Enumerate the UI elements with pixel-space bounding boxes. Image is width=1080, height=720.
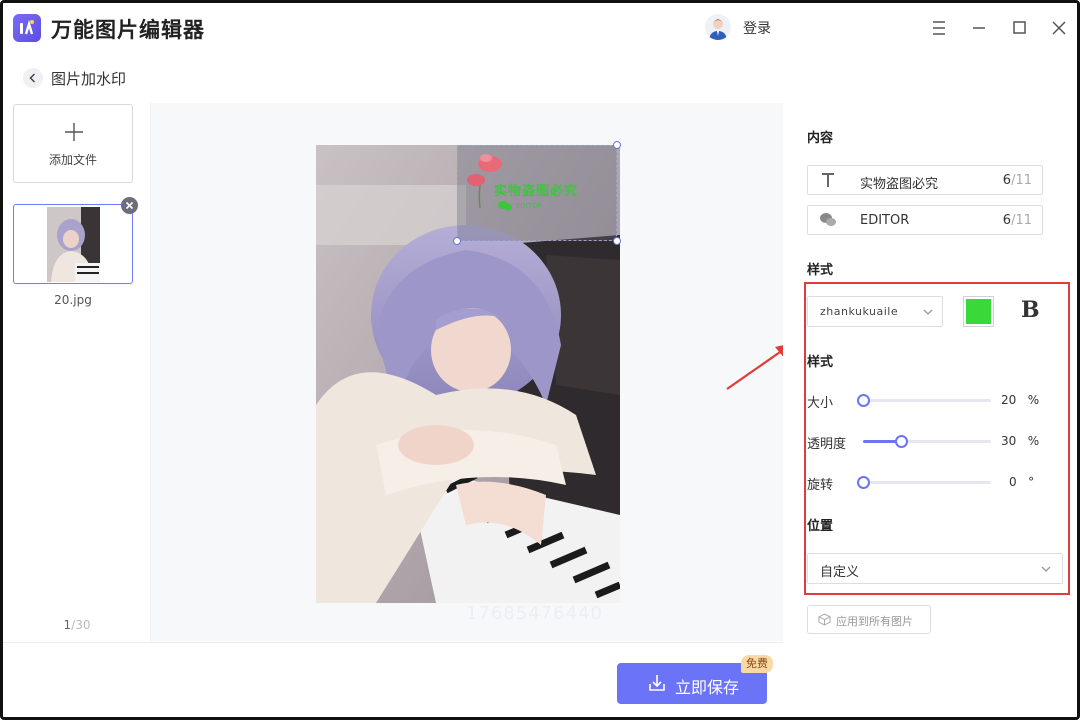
login-link[interactable]: 登录 [743, 18, 771, 38]
char-count-max: /11 [1011, 213, 1032, 228]
close-icon[interactable] [1047, 16, 1071, 40]
opacity-unit: % [1027, 434, 1040, 448]
plus-icon [65, 123, 83, 141]
slider-knob[interactable] [857, 394, 870, 407]
file-name: 20.jpg [54, 293, 92, 307]
menu-icon[interactable] [927, 16, 951, 40]
app-logo-icon [13, 14, 41, 42]
save-label: 立即保存 [675, 678, 740, 697]
position-label: 位置 [807, 519, 834, 534]
style-label: 样式 [807, 263, 834, 278]
minimize-icon[interactable] [967, 16, 991, 40]
close-icon [125, 201, 134, 210]
thumbnail-image [47, 207, 100, 282]
wechat-icon [820, 213, 836, 226]
chevron-left-icon [29, 73, 36, 83]
font-select[interactable]: zhankukuaile [807, 296, 943, 327]
rotation-slider[interactable] [857, 476, 991, 489]
size-label: 大小 [807, 396, 834, 411]
content-label: 内容 [807, 131, 834, 146]
char-count: 6/11 [1003, 213, 1032, 228]
position-select[interactable]: 自定义 [807, 553, 1063, 584]
size-number: 20 [1001, 393, 1017, 407]
breadcrumb: 图片加水印 [3, 53, 1077, 103]
page-total: /30 [71, 618, 91, 632]
title-bar: 万能图片编辑器 登录 [3, 3, 1077, 53]
color-swatch-fill [966, 299, 991, 324]
watermark-text-field-1[interactable]: 实物盗图必究 6/11 [807, 165, 1043, 195]
file-thumbnail[interactable] [13, 204, 133, 284]
font-value: zhankukuaile [820, 305, 899, 318]
back-button[interactable] [23, 68, 43, 88]
bold-button[interactable]: B [1021, 297, 1040, 323]
char-count-current: 6 [1002, 173, 1012, 188]
watermark-text-1: 实物盗图必究 [494, 184, 579, 199]
chevron-down-icon [923, 309, 933, 315]
opacity-value: 30 % [1001, 434, 1039, 448]
size-value: 20 % [1001, 393, 1039, 407]
watermark-text-2: EDITOR [516, 202, 543, 210]
color-swatch[interactable] [963, 296, 994, 327]
char-count-current: 6 [1002, 213, 1012, 228]
size-unit: % [1027, 393, 1040, 407]
opacity-number: 30 [1001, 434, 1017, 448]
remove-file-button[interactable] [121, 197, 138, 214]
size-slider[interactable] [857, 394, 991, 407]
page-count: 1/30 [3, 618, 151, 632]
style-label-2: 样式 [807, 355, 834, 370]
avatar-icon[interactable] [705, 14, 731, 40]
rotation-label: 旋转 [807, 478, 834, 493]
app-title: 万能图片编辑器 [51, 18, 205, 42]
maximize-icon[interactable] [1007, 16, 1031, 40]
resize-handle[interactable] [453, 237, 461, 245]
watermark-text-value: EDITOR [860, 213, 910, 228]
file-list: 添加文件 20.jpg 1/30 [3, 103, 151, 641]
slider-knob[interactable] [857, 476, 870, 489]
resize-handle[interactable] [613, 141, 621, 149]
apply-all-label: 应用到所有图片 [836, 615, 913, 628]
bottom-bar: 立即保存 免费 [3, 642, 783, 717]
opacity-label: 透明度 [807, 437, 847, 452]
page-title: 图片加水印 [51, 70, 127, 88]
ghost-text: 17685476440 [466, 603, 603, 624]
opacity-slider[interactable] [863, 435, 991, 448]
settings-panel: 内容 实物盗图必究 6/11 EDITOR 6/11 样式 zhankukuai… [783, 103, 1077, 717]
wechat-icon [498, 201, 512, 211]
rotation-unit: ° [1028, 475, 1035, 489]
position-value: 自定义 [820, 565, 860, 580]
watermark-selection[interactable]: 实物盗图必究 EDITOR [453, 141, 621, 245]
add-file-label: 添加文件 [48, 153, 97, 167]
char-count: 6/11 [1003, 173, 1032, 188]
text-icon [822, 173, 834, 187]
rotation-value: 0 ° [1009, 475, 1034, 489]
download-icon [649, 675, 665, 691]
apply-all-button[interactable]: 应用到所有图片 [807, 605, 931, 634]
app-window: 万能图片编辑器 登录 图片加水印 添加文件 20.jpg 1/30 实物盗图必究… [0, 0, 1080, 720]
rotation-number: 0 [1009, 475, 1017, 489]
add-file-button[interactable]: 添加文件 [13, 104, 133, 183]
watermark-text-value: 实物盗图必究 [860, 177, 939, 192]
resize-handle[interactable] [613, 237, 621, 245]
char-count-max: /11 [1011, 173, 1032, 188]
free-badge: 免费 [741, 655, 773, 673]
cube-icon [818, 613, 831, 626]
page-current: 1 [63, 618, 72, 632]
preview-canvas: 实物盗图必究 EDITOR 17685476440 [151, 103, 783, 641]
watermark-text-field-2[interactable]: EDITOR 6/11 [807, 205, 1043, 235]
chevron-down-icon [1041, 566, 1051, 572]
